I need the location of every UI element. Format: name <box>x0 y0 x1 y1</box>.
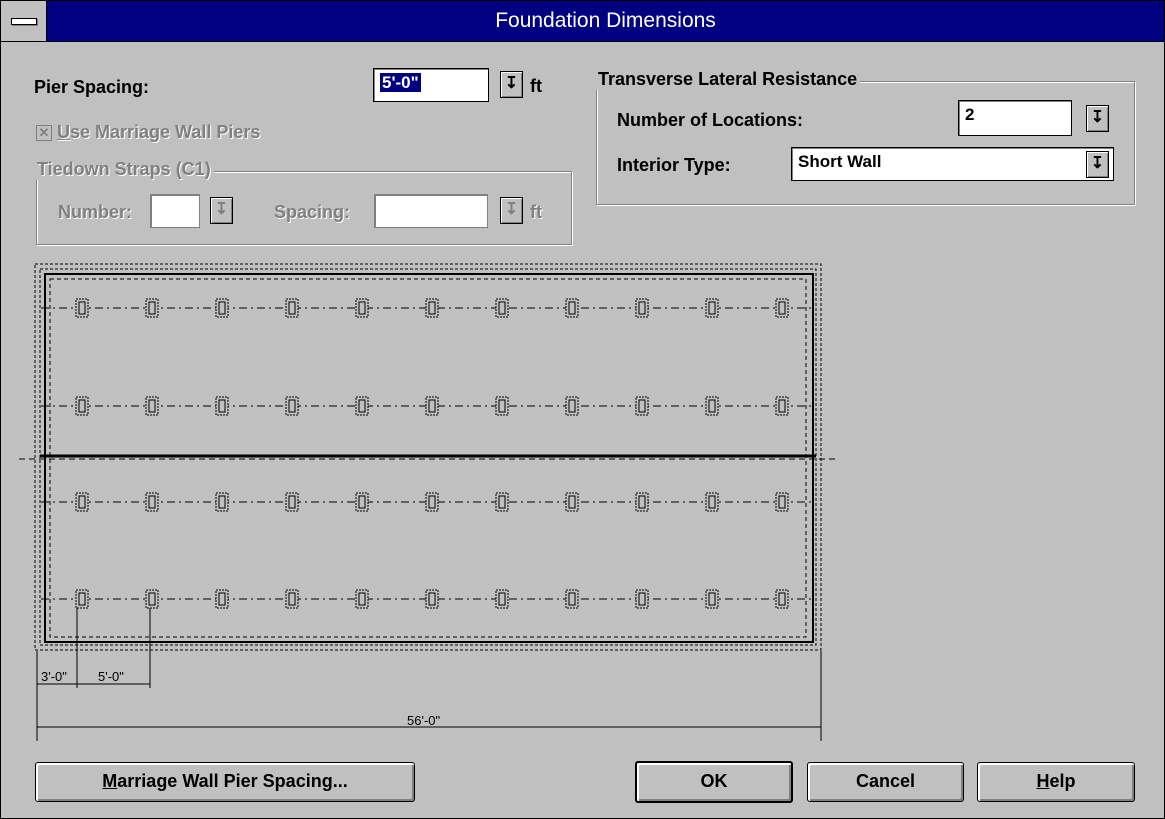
locations-dropdown-button[interactable]: ↧ <box>1086 105 1109 132</box>
pier <box>75 589 89 609</box>
pier-spacing-label: Pier Spacing: <box>34 77 150 97</box>
pier <box>355 492 369 512</box>
pier <box>215 396 229 416</box>
pier <box>215 298 229 318</box>
tiedown-group-title: Tiedown Straps (C1) <box>34 159 214 180</box>
interior-type-select[interactable]: Short Wall <box>791 147 1114 181</box>
pier <box>705 298 719 318</box>
pier <box>425 589 439 609</box>
dim-spacing-text: 5'-0" <box>98 669 124 684</box>
down-arrow-icon: ↧ <box>504 75 519 92</box>
pier <box>705 492 719 512</box>
help-button[interactable]: Help <box>977 762 1135 802</box>
pier <box>495 298 509 318</box>
pier <box>565 396 579 416</box>
marriage-wall-pier-spacing-button[interactable]: Marriage Wall Pier Spacing... <box>35 762 415 802</box>
dialog-window: Foundation Dimensions Pier Spacing: 5'-0… <box>0 0 1165 819</box>
cancel-button[interactable]: Cancel <box>807 762 964 802</box>
system-menu-button[interactable] <box>1 1 47 41</box>
pier <box>145 589 159 609</box>
ok-button[interactable]: OK <box>635 761 793 803</box>
tiedown-spacing-unit: ft <box>530 202 542 222</box>
tiedown-spacing-input[interactable] <box>374 194 488 228</box>
transverse-group-title: Transverse Lateral Resistance <box>595 69 861 90</box>
marriage-wall-checkbox[interactable]: ✕ <box>36 125 52 141</box>
pier <box>705 396 719 416</box>
locations-input[interactable]: 2 <box>958 100 1072 136</box>
pier <box>495 396 509 416</box>
pier <box>775 298 789 318</box>
pier <box>775 396 789 416</box>
pier <box>285 492 299 512</box>
pier-layer <box>41 298 815 609</box>
pier <box>495 589 509 609</box>
pier <box>635 396 649 416</box>
pier <box>705 589 719 609</box>
pier <box>215 589 229 609</box>
checkmark-icon: ✕ <box>38 125 50 140</box>
locations-label: Number of Locations: <box>617 110 804 130</box>
dim-total-text: 56'-0" <box>407 713 441 728</box>
tiedown-number-input[interactable] <box>150 194 200 228</box>
down-arrow-icon: ↧ <box>1090 155 1105 172</box>
dim-left-text: 3'-0" <box>41 669 67 684</box>
pier <box>285 298 299 318</box>
window-title: Foundation Dimensions <box>495 9 716 32</box>
pier <box>775 492 789 512</box>
pier <box>355 396 369 416</box>
pier <box>355 298 369 318</box>
pier <box>635 589 649 609</box>
tiedown-spacing-label: Spacing: <box>274 202 351 222</box>
pier <box>75 396 89 416</box>
pier <box>565 298 579 318</box>
pier <box>565 589 579 609</box>
pier <box>145 396 159 416</box>
pier <box>145 492 159 512</box>
pier-spacing-value: 5'-0" <box>380 73 421 92</box>
down-arrow-icon: ↧ <box>504 201 519 218</box>
pier <box>635 298 649 318</box>
pier-spacing-input[interactable]: 5'-0" <box>373 68 489 102</box>
pier <box>215 492 229 512</box>
pier <box>285 589 299 609</box>
pier-spacing-dropdown-button[interactable]: ↧ <box>500 71 523 98</box>
down-arrow-icon: ↧ <box>214 201 229 218</box>
pier <box>775 589 789 609</box>
pier <box>635 492 649 512</box>
pier <box>75 298 89 318</box>
tiedown-spacing-spin-button[interactable]: ↧ <box>500 197 523 224</box>
tiedown-number-label: Number: <box>58 202 133 222</box>
interior-type-label: Interior Type: <box>617 155 731 175</box>
pier <box>75 492 89 512</box>
pier <box>145 298 159 318</box>
pier <box>425 492 439 512</box>
pier <box>495 492 509 512</box>
pier <box>565 492 579 512</box>
pier <box>285 396 299 416</box>
tiedown-number-spin-button[interactable]: ↧ <box>210 197 233 224</box>
pier-spacing-unit: ft <box>530 76 542 96</box>
title-bar[interactable]: Foundation Dimensions <box>1 1 1164 42</box>
foundation-diagram: 3'-0" 5'-0" 56'-0" <box>19 263 837 741</box>
pier <box>425 298 439 318</box>
system-menu-icon <box>11 18 37 25</box>
pier <box>355 589 369 609</box>
pier <box>425 396 439 416</box>
interior-type-dropdown-button[interactable]: ↧ <box>1086 151 1109 178</box>
down-arrow-icon: ↧ <box>1090 109 1105 126</box>
marriage-wall-label: Use Marriage Wall Piers <box>57 122 261 142</box>
